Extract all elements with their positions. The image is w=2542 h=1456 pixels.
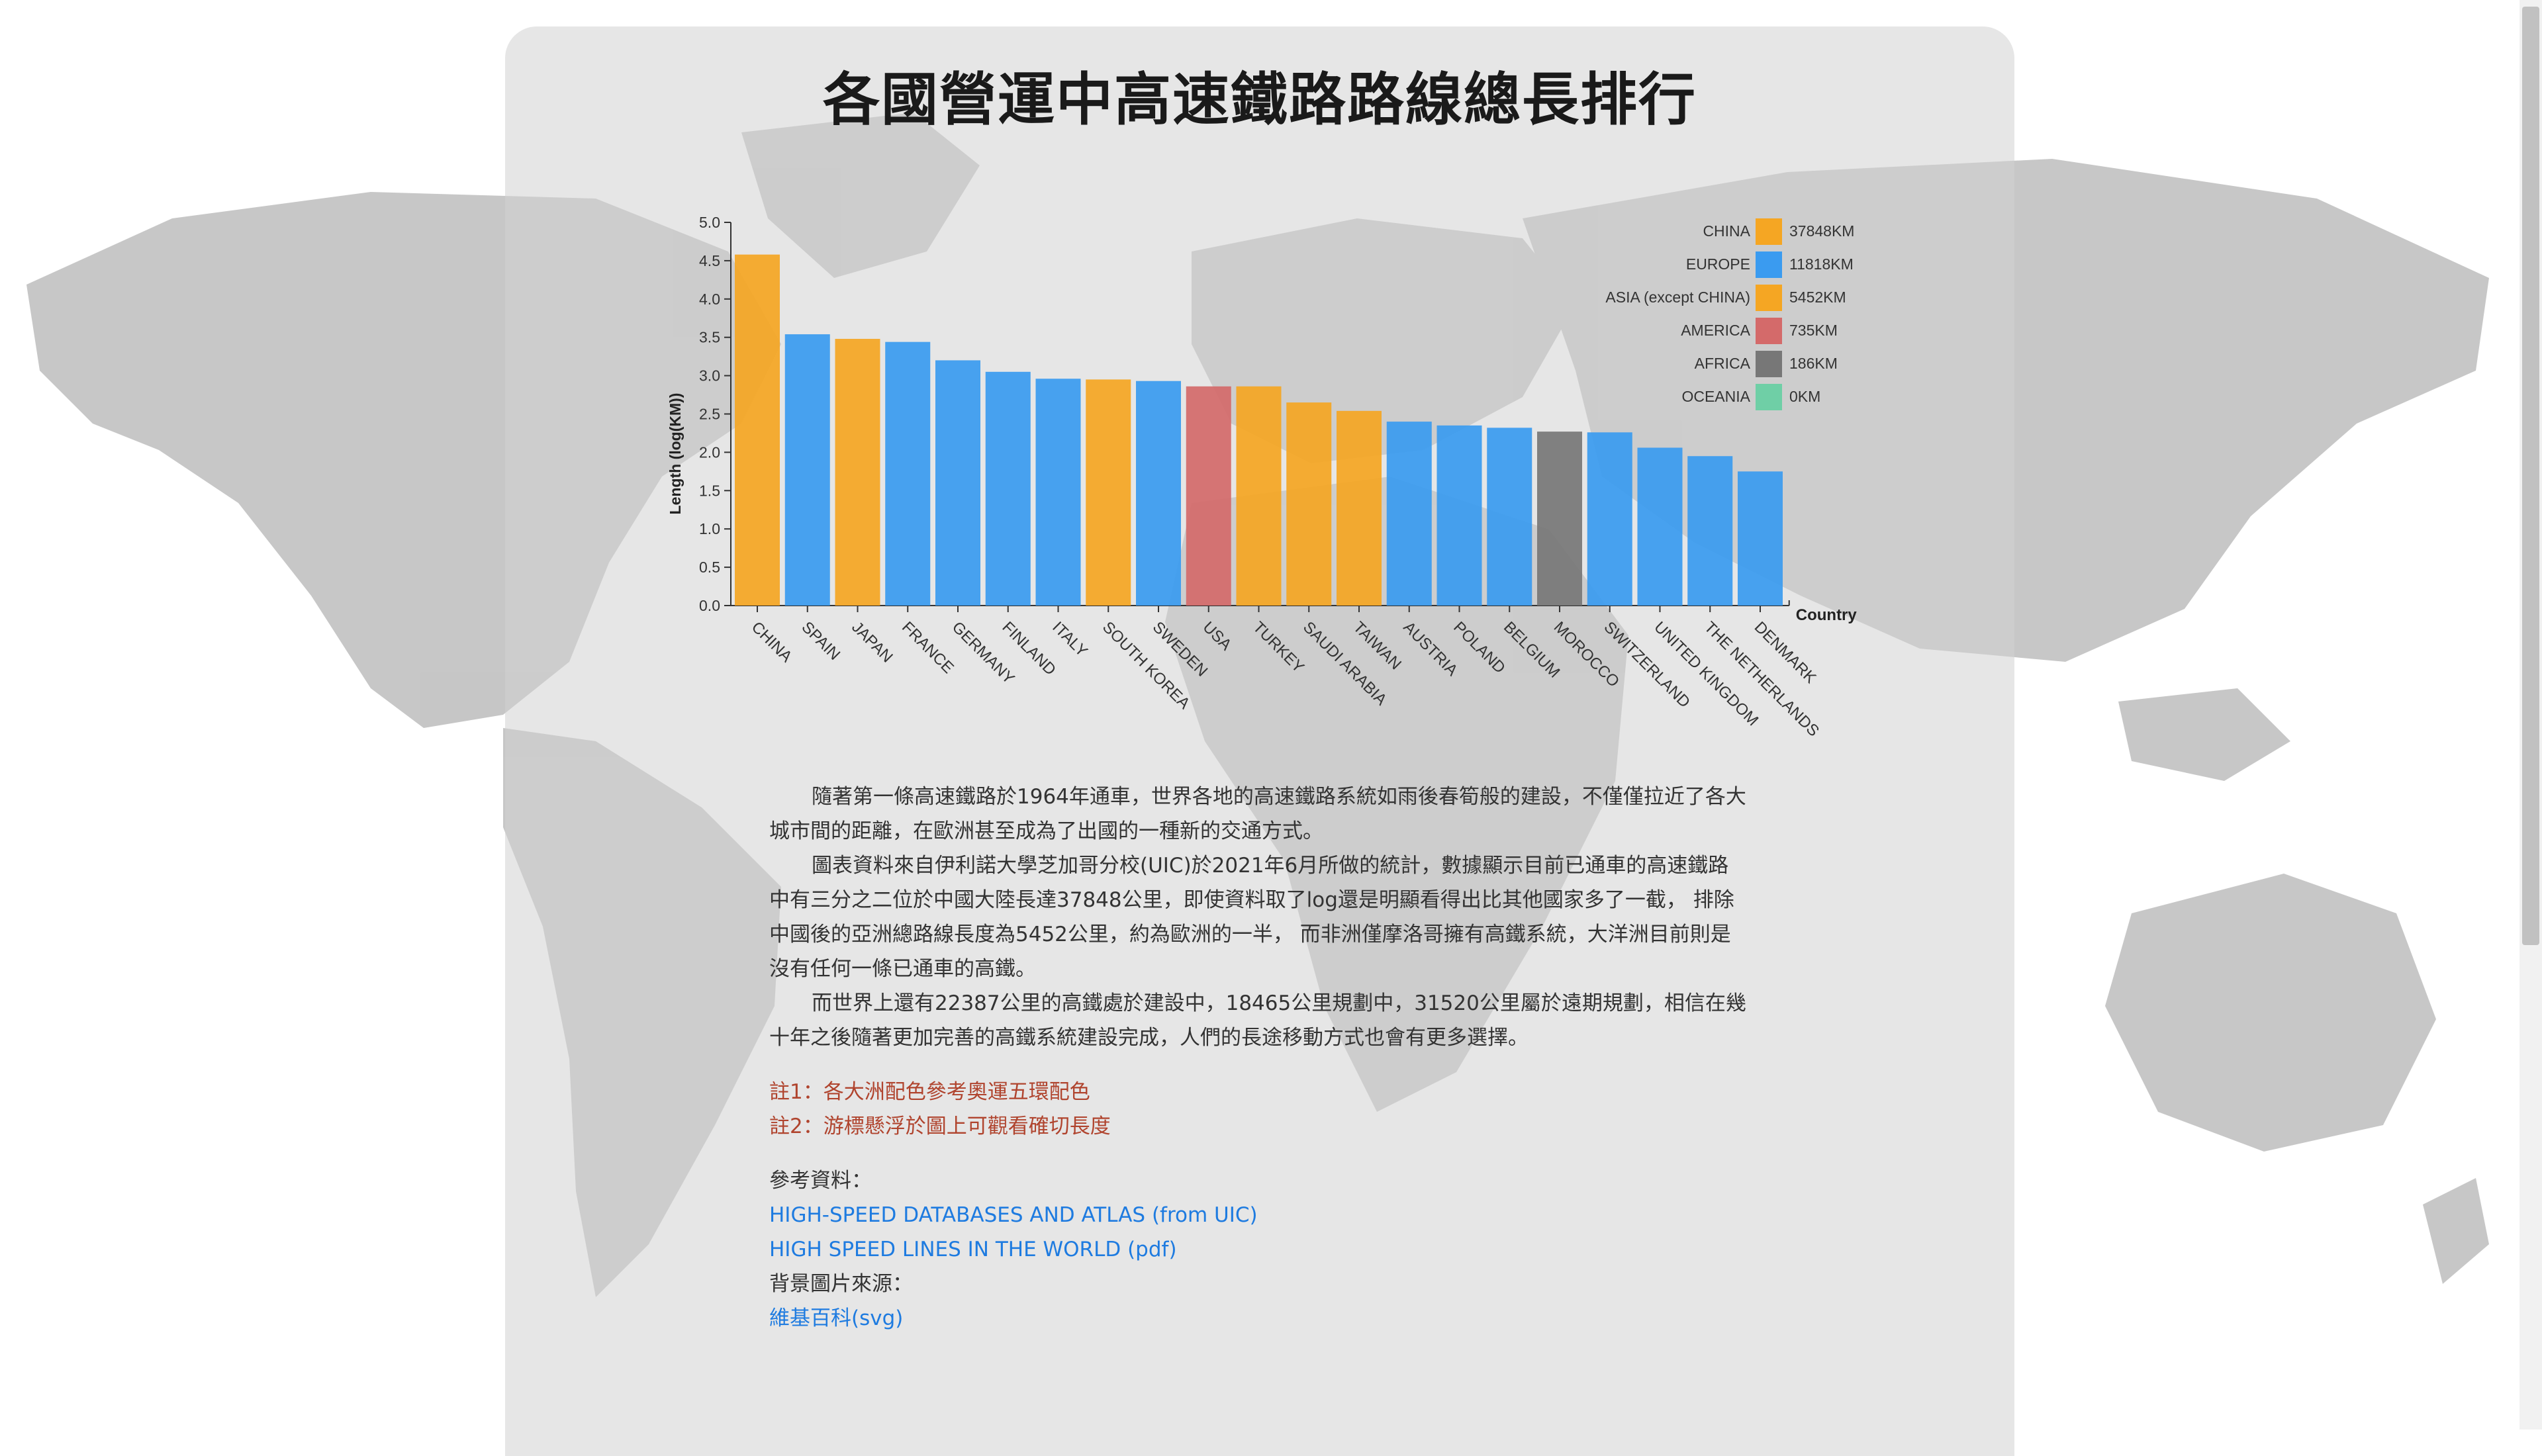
bar — [835, 339, 880, 606]
legend-label: AFRICA — [1695, 355, 1751, 372]
y-tick-label: 1.5 — [699, 482, 720, 499]
bar — [1386, 422, 1432, 606]
bar — [1236, 386, 1282, 606]
bar — [1587, 432, 1632, 606]
bar — [735, 254, 780, 606]
y-tick-label: 5.0 — [699, 214, 720, 231]
x-tick-label: USA — [1200, 618, 1235, 654]
legend-value: 186KM — [1789, 355, 1838, 372]
y-tick-label: 0.0 — [699, 597, 720, 614]
legend-label: OCEANIA — [1681, 388, 1750, 405]
bar — [1186, 386, 1231, 606]
reference-link-hsl-pdf[interactable]: HIGH SPEED LINES IN THE WORLD (pdf) — [769, 1232, 1749, 1267]
x-tick-label: FRANCE — [898, 618, 957, 677]
x-tick-label: ITALY — [1049, 618, 1091, 660]
legend-label: ASIA (except CHINA) — [1605, 289, 1750, 306]
legend-label: CHINA — [1703, 222, 1750, 240]
bar — [1687, 456, 1733, 606]
legend-swatch — [1756, 285, 1782, 311]
x-tick-label: CHINA — [748, 618, 796, 666]
legend-swatch — [1756, 351, 1782, 377]
paragraph-1: 隨著第一條高速鐵路於1964年通車，世界各地的高速鐵路系統如雨後春筍般的建設，不… — [769, 785, 1746, 843]
y-tick-label: 2.0 — [699, 443, 720, 461]
legend-swatch — [1756, 318, 1782, 344]
bar — [1436, 425, 1482, 606]
legend-value: 37848KM — [1789, 222, 1854, 240]
legend-swatch — [1756, 251, 1782, 278]
background-source-link[interactable]: 維基百科(svg) — [769, 1301, 1749, 1336]
article-body: 隨著第一條高速鐵路於1964年通車，世界各地的高速鐵路系統如雨後春筍般的建設，不… — [769, 780, 1749, 1336]
y-tick-label: 4.5 — [699, 252, 720, 269]
x-tick-label: AUSTRIA — [1400, 618, 1462, 680]
references: 參考資料： HIGH-SPEED DATABASES AND ATLAS (fr… — [769, 1163, 1749, 1336]
bar — [1086, 379, 1131, 606]
legend-label: EUROPE — [1686, 255, 1750, 273]
x-tick-label: SOUTH KOREA — [1099, 618, 1194, 713]
y-tick-label: 0.5 — [699, 559, 720, 576]
bar — [1487, 428, 1532, 606]
legend-value: 0KM — [1789, 388, 1820, 405]
legend-value: 735KM — [1789, 322, 1838, 339]
y-tick-label: 3.0 — [699, 367, 720, 385]
x-tick-label: JAPAN — [848, 618, 896, 666]
note-2: 註2：游標懸浮於圖上可觀看確切長度 — [769, 1115, 1111, 1138]
legend-swatch — [1756, 218, 1782, 245]
bar — [1537, 432, 1582, 606]
bar — [1035, 379, 1081, 606]
y-axis-label: Length (log(KM)) — [667, 393, 684, 515]
bar — [935, 360, 980, 606]
references-label: 參考資料： — [769, 1169, 872, 1193]
bar — [1738, 471, 1783, 606]
bar — [1637, 447, 1683, 606]
x-tick-label: TURKEY — [1249, 618, 1307, 676]
y-tick-label: 2.5 — [699, 406, 720, 423]
bar — [985, 371, 1031, 606]
legend-swatch — [1756, 384, 1782, 410]
legend-value: 11818KM — [1789, 255, 1854, 273]
x-tick-label: SPAIN — [798, 618, 844, 664]
paragraph-2: 圖表資料來自伊利諾大學芝加哥分校(UIC)於2021年6月所做的統計，數據顯示目… — [769, 854, 1734, 981]
y-tick-label: 3.5 — [699, 329, 720, 346]
legend-label: AMERICA — [1681, 322, 1750, 339]
x-axis-label: Country — [1796, 606, 1858, 624]
reference-link-uic-database[interactable]: HIGH-SPEED DATABASES AND ATLAS (from UIC… — [769, 1198, 1749, 1232]
bar — [1286, 402, 1332, 606]
note-1: 註1：各大洲配色參考奧運五環配色 — [769, 1080, 1090, 1104]
y-tick-label: 1.0 — [699, 520, 720, 537]
notes: 註1：各大洲配色參考奧運五環配色 註2：游標懸浮於圖上可觀看確切長度 — [769, 1075, 1749, 1144]
bar — [885, 341, 931, 606]
y-tick-label: 4.0 — [699, 291, 720, 308]
background-source-label: 背景圖片來源： — [769, 1272, 913, 1296]
legend-value: 5452KM — [1789, 289, 1846, 306]
bar — [1337, 410, 1382, 606]
x-tick-label: SWITZERLAND — [1601, 618, 1694, 711]
paragraph-3: 而世界上還有22387公里的高鐵處於建設中，18465公里規劃中，31520公里… — [769, 991, 1746, 1050]
bar — [784, 334, 830, 606]
bar — [1136, 381, 1181, 606]
